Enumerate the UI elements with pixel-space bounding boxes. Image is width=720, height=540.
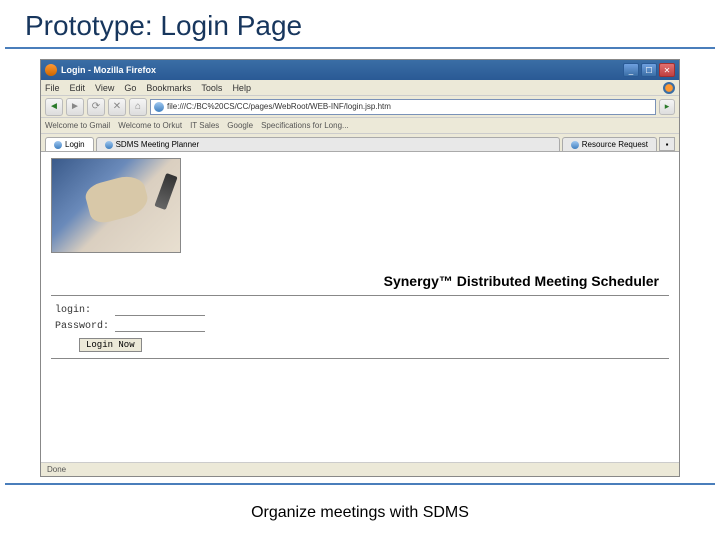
divider (51, 295, 669, 296)
tab-icon (571, 141, 579, 149)
firefox-throbber-icon (663, 82, 675, 94)
bookmark-item[interactable]: Welcome to Gmail (45, 121, 110, 130)
stop-button[interactable]: ✕ (108, 98, 126, 116)
footer-divider (5, 483, 715, 485)
menu-file[interactable]: File (45, 83, 60, 93)
tab-label: Login (65, 140, 85, 149)
bookmark-item[interactable]: Google (227, 121, 253, 130)
status-text: Done (47, 465, 66, 474)
bookmark-item[interactable]: Welcome to Orkut (118, 121, 182, 130)
window-title: Login - Mozilla Firefox (61, 65, 623, 75)
menu-tools[interactable]: Tools (201, 83, 222, 93)
menu-view[interactable]: View (95, 83, 114, 93)
divider (51, 358, 669, 359)
bookmark-item[interactable]: Specifications for Long... (261, 121, 349, 130)
menu-edit[interactable]: Edit (70, 83, 86, 93)
tab-icon (54, 141, 62, 149)
back-button[interactable]: ◄ (45, 98, 63, 116)
tab-label: Resource Request (582, 140, 648, 149)
login-image (51, 158, 181, 253)
minimize-button[interactable]: _ (623, 63, 639, 77)
address-bar[interactable]: file:///C:/BC%20CS/CC/pages/WebRoot/WEB-… (150, 99, 656, 115)
tab-resource[interactable]: Resource Request (562, 137, 657, 151)
page-icon (154, 102, 164, 112)
login-input[interactable] (115, 304, 205, 316)
bookmarks-toolbar: Welcome to Gmail Welcome to Orkut IT Sal… (41, 118, 679, 134)
go-button[interactable]: ▸ (659, 99, 675, 115)
tab-strip: Login SDMS Meeting Planner Resource Requ… (41, 134, 679, 152)
brand-heading: Synergy™ Distributed Meeting Scheduler (51, 273, 669, 289)
password-input[interactable] (115, 320, 205, 332)
page-content: Synergy™ Distributed Meeting Scheduler l… (41, 152, 679, 462)
tab-login[interactable]: Login (45, 137, 94, 151)
menubar: File Edit View Go Bookmarks Tools Help (41, 80, 679, 96)
maximize-button[interactable]: ☐ (641, 63, 657, 77)
home-button[interactable]: ⌂ (129, 98, 147, 116)
footer-text: Organize meetings with SDMS (0, 504, 720, 522)
login-label: login: (55, 305, 115, 316)
firefox-icon (45, 64, 57, 76)
url-text: file:///C:/BC%20CS/CC/pages/WebRoot/WEB-… (167, 102, 391, 111)
status-bar: Done (41, 462, 679, 476)
browser-window: Login - Mozilla Firefox _ ☐ ✕ File Edit … (40, 59, 680, 477)
nav-toolbar: ◄ ► ⟳ ✕ ⌂ file:///C:/BC%20CS/CC/pages/We… (41, 96, 679, 118)
new-tab-button[interactable]: ▪ (659, 137, 675, 151)
menu-go[interactable]: Go (124, 83, 136, 93)
reload-button[interactable]: ⟳ (87, 98, 105, 116)
window-titlebar: Login - Mozilla Firefox _ ☐ ✕ (41, 60, 679, 80)
menu-help[interactable]: Help (232, 83, 251, 93)
login-button[interactable]: Login Now (79, 338, 142, 352)
menu-bookmarks[interactable]: Bookmarks (146, 83, 191, 93)
tab-sdms[interactable]: SDMS Meeting Planner (96, 137, 560, 151)
slide-title: Prototype: Login Page (5, 0, 715, 49)
forward-button[interactable]: ► (66, 98, 84, 116)
bookmark-item[interactable]: IT Sales (190, 121, 219, 130)
tab-icon (105, 141, 113, 149)
password-label: Password: (55, 321, 115, 332)
tab-label: SDMS Meeting Planner (116, 140, 200, 149)
login-form: login: Password: Login Now (51, 302, 669, 352)
close-button[interactable]: ✕ (659, 63, 675, 77)
